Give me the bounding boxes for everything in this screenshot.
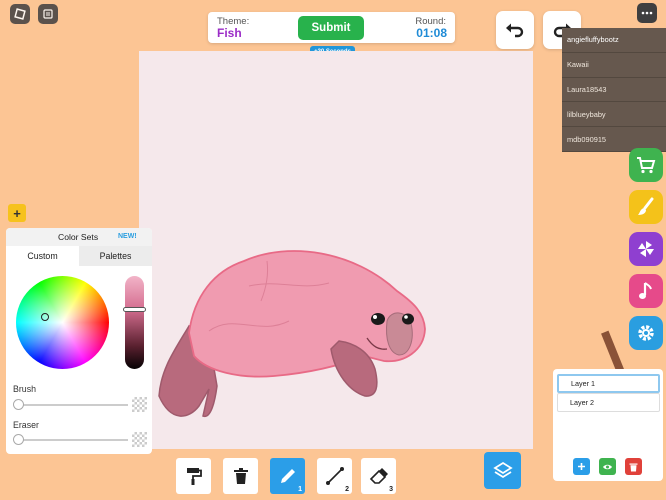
round-header: Theme: Fish Submit Round: 01:08 (208, 12, 455, 43)
tab-custom[interactable]: Custom (6, 246, 79, 266)
seal-drawing (158, 250, 426, 417)
add-layer-button[interactable] (573, 458, 590, 475)
tab-palettes[interactable]: Palettes (79, 246, 152, 266)
plus-icon (578, 463, 585, 470)
eraser-tool[interactable]: 3 (361, 458, 396, 494)
add-color-button[interactable]: + (8, 204, 26, 222)
settings-button[interactable] (629, 316, 663, 350)
undo-button[interactable] (496, 11, 534, 49)
gear-icon (638, 325, 654, 341)
line-icon (325, 467, 344, 485)
eraser-tool-number: 3 (389, 486, 393, 493)
line-tool[interactable]: 2 (317, 458, 352, 494)
submit-button[interactable]: Submit (298, 16, 364, 40)
eraser-size-knob[interactable] (13, 434, 24, 445)
bucket-tool[interactable] (176, 458, 211, 494)
pencil-icon (280, 469, 295, 483)
color-sets-title: Color Sets (58, 232, 99, 242)
drawing-canvas[interactable] (139, 51, 533, 449)
chat-icon (43, 9, 53, 19)
delete-layer-button[interactable] (625, 458, 642, 475)
round-timer: 01:08 (416, 26, 447, 40)
color-sets-header[interactable]: Color Sets NEW! (6, 228, 152, 246)
color-wheel-cursor[interactable] (41, 313, 49, 321)
more-icon (641, 11, 653, 15)
spin-button[interactable] (629, 232, 663, 266)
brush-size-slider[interactable] (16, 404, 128, 406)
color-panel: Color Sets NEW! Custom Palettes Brush Er… (6, 228, 152, 454)
trash-tool[interactable] (223, 458, 258, 494)
layers-panel: Layer 1 Layer 2 (553, 369, 663, 481)
chat-button[interactable] (38, 4, 58, 24)
eraser-preview-swatch (132, 432, 147, 447)
plus-icon: + (13, 205, 21, 221)
trash-icon (629, 463, 638, 471)
menu-button[interactable] (637, 3, 657, 23)
player-list: angiefluffybootz Kawaii Laura18543 lilbl… (562, 28, 666, 152)
roblox-icon (14, 8, 26, 20)
eraser-size-slider[interactable] (16, 439, 128, 441)
new-badge: NEW! (118, 233, 137, 240)
undo-icon (506, 23, 524, 38)
cart-icon (637, 157, 656, 174)
shop-button[interactable] (629, 148, 663, 182)
trash-icon (233, 468, 248, 484)
layers-icon (492, 461, 513, 478)
toggle-layer-visibility-button[interactable] (599, 458, 616, 475)
color-wheel[interactable] (16, 276, 109, 369)
player-item[interactable]: Laura18543 (562, 78, 666, 103)
layers-button[interactable] (484, 452, 521, 489)
roblox-logo-button[interactable] (10, 4, 30, 24)
music-button[interactable] (629, 274, 663, 308)
brightness-slider[interactable] (125, 276, 144, 369)
music-note-icon (639, 282, 652, 299)
eraser-label: Eraser (13, 420, 39, 430)
layer-item-2[interactable]: Layer 2 (557, 393, 660, 412)
eraser-icon (369, 468, 388, 484)
paint-roller-icon (186, 468, 202, 485)
player-item[interactable]: lilblueybaby (562, 102, 666, 128)
brightness-slider-handle[interactable] (123, 307, 146, 312)
pencil-tool-number: 1 (298, 486, 302, 493)
paintbrush-icon (638, 197, 654, 215)
theme-value: Fish (217, 26, 242, 40)
pencil-tool[interactable]: 1 (270, 458, 305, 494)
brush-preview-swatch (132, 397, 147, 412)
pinwheel-icon (638, 241, 654, 257)
brush-label: Brush (13, 384, 36, 394)
paint-button[interactable] (629, 190, 663, 224)
player-item[interactable]: Kawaii (562, 53, 666, 78)
eye-icon (603, 464, 612, 469)
layer-item-1[interactable]: Layer 1 (557, 374, 660, 393)
player-item[interactable]: angiefluffybootz (562, 28, 666, 53)
brush-size-knob[interactable] (13, 399, 24, 410)
line-tool-number: 2 (345, 486, 349, 493)
